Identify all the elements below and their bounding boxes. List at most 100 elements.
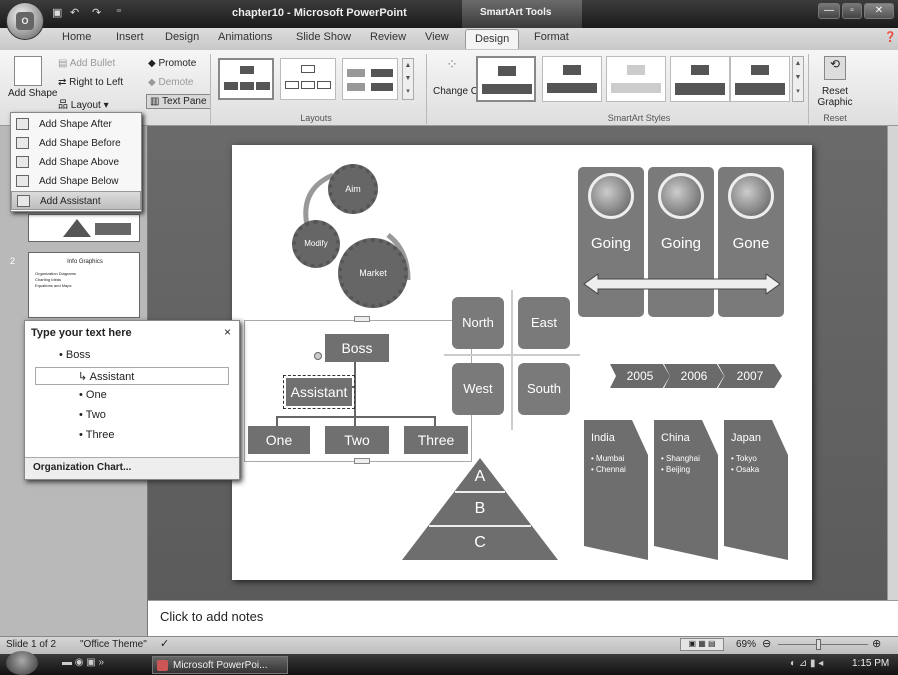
zoom-in-icon[interactable]: ⊕ (872, 637, 881, 650)
redo-icon[interactable]: ↷ (92, 6, 101, 20)
tab-design[interactable]: Design (165, 31, 199, 43)
city: Beijing (666, 465, 691, 474)
tab-slide-show[interactable]: Slide Show (296, 31, 351, 43)
text-pane-item-assistant[interactable]: ↳ Assistant (35, 367, 229, 385)
save-icon[interactable]: ▣ (52, 6, 62, 20)
vertical-scrollbar[interactable] (887, 126, 898, 600)
styles-scroll[interactable]: ▲ ▼ ▾ (792, 56, 804, 102)
menu-add-shape-below[interactable]: Add Shape Below (11, 172, 141, 191)
item-text: Assistant (89, 371, 135, 383)
menu-label: Add Shape After (39, 119, 112, 130)
style-thumbnail-2[interactable] (542, 56, 602, 102)
taskbar-powerpoint[interactable]: Microsoft PowerPoi... (152, 656, 288, 674)
zoom-level[interactable]: 69% (736, 639, 756, 650)
gear-market[interactable]: Market (338, 238, 408, 308)
add-bullet-button[interactable]: ▤ Add Bullet (58, 58, 115, 69)
reset-graphic-button[interactable]: Reset Graphic (814, 86, 856, 108)
panel-india[interactable]: India • Mumbai • Chennai (584, 420, 648, 560)
pyramid-level-c[interactable]: C (470, 534, 490, 552)
promote-button[interactable]: ◆ Promote (148, 58, 196, 69)
undo-icon[interactable]: ↶ (70, 6, 79, 20)
quadrant-north[interactable]: North (452, 297, 504, 349)
view-buttons[interactable]: ▣ ▦ ▤ (680, 638, 724, 651)
rotate-handle[interactable] (314, 352, 322, 360)
layout-thumbnail-1[interactable] (218, 58, 274, 100)
tab-home[interactable]: Home (62, 31, 91, 43)
tab-review[interactable]: Review (370, 31, 406, 43)
gear-aim[interactable]: Aim (328, 164, 378, 214)
slide-thumbnail-2[interactable]: Info Graphics Organization Diagrams Char… (28, 252, 140, 318)
style-thumbnail-3[interactable] (606, 56, 666, 102)
timeline-2006[interactable]: 2006 (664, 364, 724, 388)
layout-thumbnail-3[interactable] (342, 58, 398, 100)
add-shape-button[interactable]: Add Shape (8, 88, 58, 99)
shape-above-icon (16, 156, 29, 168)
gear-modify[interactable]: Modify (292, 220, 340, 268)
menu-add-assistant[interactable]: Add Assistant (11, 191, 141, 210)
text-pane-item-one[interactable]: • One (79, 389, 107, 401)
card-label: Going (660, 235, 702, 252)
org-box-one[interactable]: One (248, 426, 310, 454)
tab-animations[interactable]: Animations (218, 31, 272, 43)
change-colors-button[interactable]: Change Colors (433, 86, 500, 97)
quadrant-west[interactable]: West (452, 363, 504, 415)
layouts-scroll[interactable]: ▲ ▼ ▾ (402, 58, 414, 100)
tab-view[interactable]: View (425, 31, 449, 43)
org-box-assistant[interactable]: Assistant (283, 375, 355, 409)
office-button[interactable]: O (6, 2, 44, 40)
tray-icons[interactable]: ◐ ⊿ ▮ ◂ (790, 658, 823, 669)
pyramid-level-a[interactable]: A (470, 468, 490, 486)
org-box-boss[interactable]: Boss (325, 334, 389, 362)
right-to-left-button[interactable]: ⇄ Right to Left (58, 77, 123, 88)
qat-customize-icon[interactable]: ⁼ (116, 6, 122, 20)
menu-add-shape-above[interactable]: Add Shape Above (11, 153, 141, 172)
text-pane-footer-link[interactable]: Organization Chart... (25, 457, 239, 479)
text-pane-icon: ▥ (150, 96, 163, 107)
smartart-tools-label: SmartArt Tools (462, 0, 582, 28)
tab-insert[interactable]: Insert (116, 31, 144, 43)
panel-japan[interactable]: Japan • Tokyo • Osaka (724, 420, 788, 560)
quick-launch-icons[interactable]: ▬ ◉ ▣ » (62, 657, 104, 668)
zoom-slider-thumb[interactable] (816, 639, 821, 650)
demote-button[interactable]: ◆ Demote (148, 77, 193, 88)
close-button[interactable]: ✕ (864, 3, 894, 19)
text-pane-close-icon[interactable]: × (224, 325, 231, 339)
org-box-three[interactable]: Three (404, 426, 468, 454)
notes-pane[interactable]: Click to add notes (148, 600, 898, 636)
layout-thumbnail-2[interactable] (280, 58, 336, 100)
text-pane-item-boss[interactable]: • Boss (59, 349, 90, 361)
selection-handle[interactable] (354, 458, 370, 464)
style-thumbnail-5[interactable] (730, 56, 790, 102)
tab-format[interactable]: Format (534, 31, 569, 43)
spelling-check-icon[interactable]: ✓ (160, 637, 169, 650)
help-icon[interactable]: ❓ (884, 32, 896, 43)
panel-china[interactable]: China • Shanghai • Beijing (654, 420, 718, 560)
demote-label: Demote (158, 77, 194, 88)
style-thumbnail-4[interactable] (670, 56, 730, 102)
org-box-two[interactable]: Two (325, 426, 389, 454)
maximize-button[interactable]: ▫ (842, 3, 862, 19)
pyramid-level-b[interactable]: B (470, 500, 490, 518)
selection-handle[interactable] (354, 316, 370, 322)
text-pane-button[interactable]: ▥ Text Pane (146, 94, 211, 109)
menu-add-shape-before[interactable]: Add Shape Before (11, 134, 141, 153)
tab-smartart-design[interactable]: Design (465, 29, 520, 49)
city: Chennai (596, 465, 626, 474)
window-title: chapter10 - Microsoft PowerPoint (232, 7, 407, 19)
group-separator (210, 54, 211, 124)
minimize-button[interactable]: — (818, 3, 840, 19)
layout-label: Layout (70, 100, 101, 111)
slide-thumbnail-1[interactable] (28, 214, 140, 242)
text-pane-item-three[interactable]: • Three (79, 429, 114, 441)
quadrant-east[interactable]: East (518, 297, 570, 349)
timeline-2007[interactable]: 2007 (718, 364, 782, 388)
start-button[interactable] (6, 651, 38, 675)
timeline-2005[interactable]: 2005 (610, 364, 670, 388)
zoom-out-icon[interactable]: ⊖ (762, 637, 771, 650)
text-pane-item-two[interactable]: • Two (79, 409, 106, 421)
zoom-slider[interactable] (778, 644, 868, 645)
layout-button[interactable]: 品 Layout ▾ (58, 96, 109, 111)
menu-add-shape-after[interactable]: Add Shape After (11, 115, 141, 134)
quadrant-south[interactable]: South (518, 363, 570, 415)
style-thumbnail-1[interactable] (476, 56, 536, 102)
